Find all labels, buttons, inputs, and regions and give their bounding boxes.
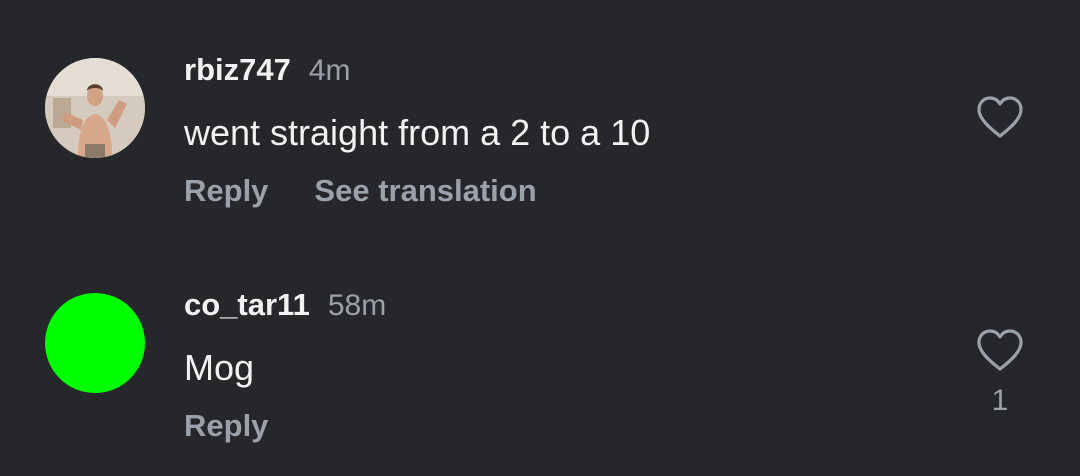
comment-text: Mog — [184, 347, 255, 388]
comment-header: co_tar11 58m — [184, 287, 386, 327]
reply-button[interactable]: Reply — [184, 408, 268, 444]
timestamp: 58m — [327, 289, 387, 322]
timestamp: 4m — [308, 54, 351, 87]
comment-item: co_tar11 58m Mog Reply 1 — [0, 275, 1080, 476]
comment-header: rbiz747 4m — [184, 52, 351, 92]
like-control: 1 — [974, 328, 1026, 418]
avatar-photo — [45, 58, 145, 158]
reply-button[interactable]: Reply — [184, 173, 268, 209]
comment-actions: Reply See translation — [184, 173, 537, 209]
comment-actions: Reply — [184, 408, 268, 444]
comments-list: rbiz747 4m went straight from a 2 to a 1… — [0, 0, 1080, 476]
comment-item: rbiz747 4m went straight from a 2 to a 1… — [0, 40, 1080, 250]
username[interactable]: rbiz747 — [184, 52, 291, 88]
comment-text: went straight from a 2 to a 10 — [184, 112, 651, 153]
like-control — [974, 95, 1026, 139]
avatar[interactable] — [45, 293, 145, 393]
heart-outline-icon[interactable] — [975, 328, 1025, 372]
heart-outline-icon[interactable] — [975, 95, 1025, 139]
username[interactable]: co_tar11 — [184, 287, 310, 323]
avatar[interactable] — [45, 58, 145, 158]
see-translation-button[interactable]: See translation — [314, 173, 536, 209]
like-count: 1 — [991, 384, 1009, 417]
